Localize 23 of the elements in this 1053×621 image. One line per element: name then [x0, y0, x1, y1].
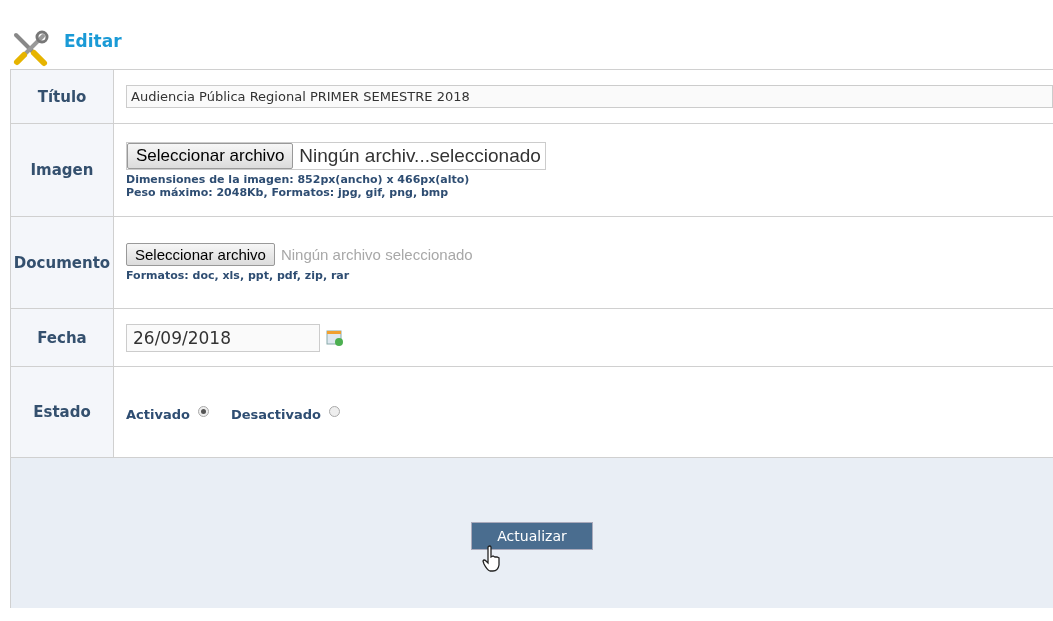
- field-label: Fecha: [11, 309, 114, 366]
- file-status: Ningún archivo seleccionado: [279, 246, 474, 263]
- file-hint: Peso máximo: 2048Kb, Formatos: jpg, gif, png, bmp: [126, 185, 450, 199]
- choose-file-button[interactable]: Seleccionar archivo: [127, 142, 294, 169]
- radio-button[interactable]: [328, 405, 340, 417]
- radio-label: Desactivado: [230, 406, 321, 422]
- file-field[interactable]: Seleccionar archivo Ningún archiv...seleccionado: [126, 141, 546, 170]
- radio-label: Activado: [126, 406, 190, 422]
- page-title: Editar: [64, 31, 122, 51]
- hand-cursor-icon: [481, 545, 503, 573]
- file-hint: Formatos: doc, xls, ppt, pdf, zip, rar: [126, 269, 351, 282]
- field-label: Imagen: [11, 124, 114, 216]
- field-label: Documento: [11, 217, 114, 308]
- file-hint: Dimensiones de la imagen: 852px(ancho) x 466px(alto): [126, 172, 471, 186]
- calendar-icon[interactable]: [326, 328, 344, 347]
- choose-file-button[interactable]: Seleccionar archivo: [126, 243, 275, 266]
- field-label: Título: [11, 70, 114, 123]
- file-status: Ningún archiv...seleccionado: [298, 144, 542, 167]
- update-button[interactable]: Actualizar: [471, 522, 593, 550]
- field-label: Estado: [11, 367, 114, 457]
- title-field[interactable]: Audiencia Pública Regional PRIMER SEMESTRE 2018: [126, 85, 1053, 108]
- radio-button[interactable]: [197, 405, 209, 417]
- date-field[interactable]: 26/09/2018: [126, 323, 320, 352]
